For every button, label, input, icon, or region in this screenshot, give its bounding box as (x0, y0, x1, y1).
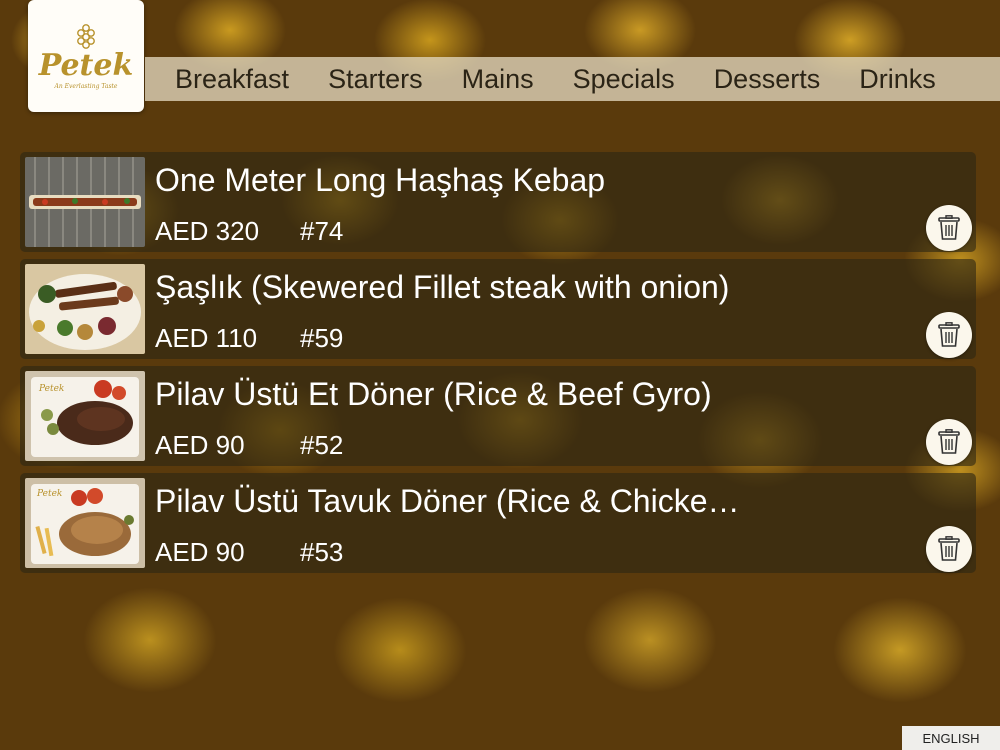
shashlik-platter-photo (25, 264, 145, 354)
nav-tab-breakfast[interactable]: Breakfast (175, 64, 289, 95)
item-title: Pilav Üstü Tavuk Döner (Rice & Chicke… (155, 483, 740, 519)
kebab-board-photo (25, 157, 145, 247)
trash-icon (938, 215, 960, 240)
logo-wordmark: Petek (38, 47, 134, 83)
order-list: One Meter Long Haşhaş Kebap AED 320 #74 (20, 152, 976, 580)
item-number: #52 (300, 430, 344, 460)
trash-icon (938, 429, 960, 454)
delete-item-button[interactable] (926, 205, 972, 251)
trash-icon (938, 322, 960, 347)
language-button[interactable]: ENGLISH (902, 726, 1000, 750)
nav-tab-specials[interactable]: Specials (573, 64, 675, 95)
svg-text:Petek: Petek (36, 489, 62, 499)
item-price: AED 90 (155, 537, 245, 567)
delete-item-button[interactable] (926, 419, 972, 465)
restaurant-logo: Petek An Everlasting Taste (28, 0, 144, 112)
category-nav: Breakfast Starters Mains Specials Desser… (145, 57, 1000, 101)
trash-icon (938, 536, 960, 561)
order-item-row[interactable]: One Meter Long Haşhaş Kebap AED 320 #74 (20, 152, 976, 252)
order-item-row[interactable]: Şaşlık (Skewered Fillet steak with onion… (20, 259, 976, 359)
order-item-row[interactable]: Petek Pilav Üstü Et Döner (Rice & Beef G… (20, 366, 976, 466)
item-number: #74 (300, 216, 344, 246)
svg-text:Petek: Petek (38, 384, 64, 394)
order-item-row[interactable]: Petek Pilav Üstü Tavuk Döner (Rice & Chi… (20, 473, 976, 573)
item-title: One Meter Long Haşhaş Kebap (155, 162, 606, 198)
nav-tab-starters[interactable]: Starters (328, 64, 423, 95)
beef-doner-photo: Petek (25, 371, 145, 461)
chicken-doner-photo: Petek (25, 478, 145, 568)
nav-tab-drinks[interactable]: Drinks (859, 64, 936, 95)
item-title: Pilav Üstü Et Döner (Rice & Beef Gyro) (155, 376, 712, 412)
nav-tab-desserts[interactable]: Desserts (714, 64, 821, 95)
item-price: AED 320 (155, 216, 260, 246)
honeycomb-emblem-icon (77, 23, 95, 49)
delete-item-button[interactable] (926, 526, 972, 572)
item-number: #53 (300, 537, 344, 567)
delete-item-button[interactable] (926, 312, 972, 358)
logo-tagline: An Everlasting Taste (54, 82, 118, 90)
nav-tab-mains[interactable]: Mains (462, 64, 534, 95)
item-price: AED 90 (155, 430, 245, 460)
item-price: AED 110 (155, 323, 258, 353)
item-number: #59 (300, 323, 344, 353)
item-title: Şaşlık (Skewered Fillet steak with onion… (155, 269, 730, 305)
